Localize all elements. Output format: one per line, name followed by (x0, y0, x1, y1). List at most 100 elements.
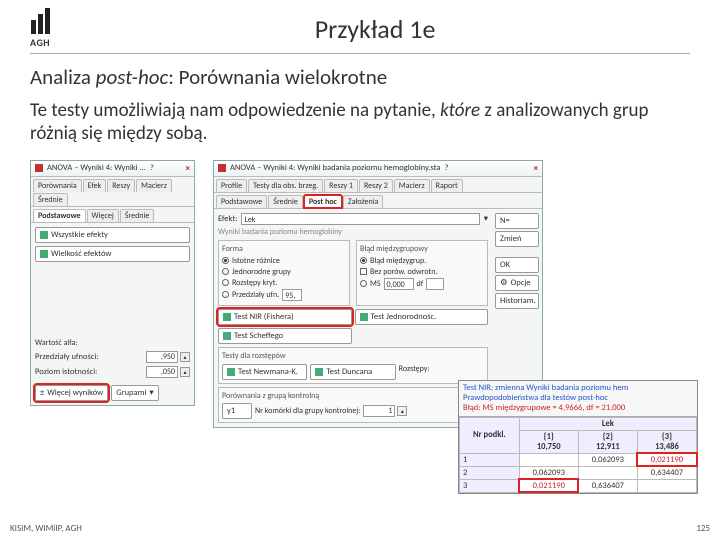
tab-porownania[interactable]: Porównania (33, 179, 82, 192)
chk-bez[interactable]: Bez porów. odwrotn. (360, 267, 484, 277)
tab-efek[interactable]: Efek (83, 179, 107, 192)
radio-jednorodne[interactable]: Jednorodne grupy (222, 267, 346, 277)
dialog-body: Wszystkie efekty Wielkość efektów Wartoś… (31, 223, 194, 405)
results-title-1: Test NIR; zmienna Wyniki badania poziomu… (463, 383, 693, 393)
btn-label: Grupami (116, 388, 146, 398)
radio-icon[interactable] (360, 280, 367, 287)
dialog-title: ANOVA – Wyniki 4: Wyniki badania poziomu… (230, 163, 440, 173)
ci-label: Przedziały ufności: (35, 352, 142, 362)
df-label: df (417, 279, 424, 289)
tab-testy[interactable]: Testy dla obs. brzeg. (248, 179, 323, 192)
grid-icon (40, 231, 48, 239)
wszystkie-efekty-button[interactable]: Wszystkie efekty (35, 227, 190, 243)
effect-select[interactable]: Lek (241, 213, 479, 225)
historiam-button[interactable]: Historiam. (495, 293, 539, 309)
tab-macierz[interactable]: Macierz (394, 179, 430, 192)
group-title: Forma (222, 244, 346, 254)
btn-label: Test Jednorodnośc. (371, 312, 437, 322)
left-panel: Efekt: Lek ▾ Wyniki badania poziomu hemo… (214, 209, 492, 427)
row-label: 2 (460, 466, 520, 479)
tab-reszy2[interactable]: Reszy 2 (359, 179, 393, 192)
ok-button[interactable]: OK (495, 257, 539, 273)
ci-row: Przedziały ufności: ,950▴ (35, 351, 190, 363)
effect-label: Efekt: (218, 214, 237, 224)
radio-blad[interactable]: Błąd międzygrup. (360, 256, 484, 266)
table-row: 2 0,062093 0,634407 (460, 466, 697, 479)
zmien-button[interactable]: Zmień (495, 231, 539, 247)
page-number: 125 (696, 523, 710, 534)
tab-podstawowe[interactable]: Podstawowe (216, 195, 267, 208)
help-button[interactable]: ? (444, 163, 448, 173)
radio-istotne[interactable]: Istotne różnice (222, 256, 346, 266)
ms-row: MS0,000df (360, 278, 484, 290)
tab-zalozenia[interactable]: Założenia (343, 195, 383, 208)
col-header-1: {1}10,750 (519, 430, 578, 453)
dialog-header: ANOVA – Wyniki 4: Wyniki ... ? × (31, 161, 194, 177)
spin-arrows-icon[interactable]: ▴ (180, 352, 190, 362)
body-text: Te testy umożliwiają nam odpowiedzenie n… (30, 100, 690, 146)
results-table: Nr podkl. Lek {1}10,750 {2}12,911 {3}13,… (459, 417, 697, 493)
tab-wiecej[interactable]: Więcej (87, 209, 119, 222)
test-nk-button[interactable]: Test Newmana-K. (222, 364, 307, 380)
grid-icon (360, 313, 368, 321)
tab-srednie[interactable]: Średnie (33, 193, 68, 206)
close-button[interactable]: × (186, 163, 190, 174)
dropdown-icon[interactable]: ▾ (484, 214, 488, 224)
test-jednorodnosc-button[interactable]: Test Jednorodnośc. (355, 309, 489, 325)
n-button[interactable]: N= (495, 213, 539, 229)
row-label: 1 (460, 453, 520, 466)
df-input[interactable] (426, 278, 444, 290)
forma-group: Forma Istotne różnice Jednorodne grupy R… (218, 240, 350, 306)
test-nir-button[interactable]: Test NIR (Fishera) (218, 309, 352, 325)
chk-label: Bez porów. odwrotn. (370, 267, 437, 277)
tab-reszy1[interactable]: Reszy 1 (324, 179, 358, 192)
tab-reszy[interactable]: Reszy (107, 179, 135, 192)
ms-input[interactable]: 0,000 (384, 278, 414, 290)
spin-arrows-icon[interactable]: ▴ (397, 406, 407, 416)
kontrol-spinner[interactable]: 1▴ (363, 405, 407, 417)
close-button[interactable]: × (534, 163, 538, 174)
sig-label: Poziom istotności: (35, 367, 142, 377)
cell-significant: 0,021190 (637, 453, 696, 466)
wiecej-wynikow-button[interactable]: ±Więcej wyników (35, 385, 108, 401)
app-icon (35, 164, 43, 172)
footer-left: KISIM, WIMiIP, AGH (10, 523, 82, 534)
anova-summary-dialog: ANOVA – Wyniki 4: Wyniki ... ? × Porówna… (30, 160, 195, 406)
ci-input[interactable]: 95, (282, 289, 302, 301)
y1-button[interactable]: y1 (222, 403, 252, 419)
btn-label: N= (500, 216, 510, 226)
radio-label: Rozstępy kryt. (232, 278, 277, 288)
spin-arrows-icon[interactable]: ▴ (180, 367, 190, 377)
ci-spinner[interactable]: ,950▴ (146, 351, 190, 363)
rozstepy-group: Testy dla rozstępów Test Newmana-K. Test… (218, 347, 488, 384)
radio-rozstepy[interactable]: Rozstępy kryt. (222, 278, 346, 288)
cell (519, 453, 578, 466)
btn-label: Test Newmana-K. (238, 367, 298, 377)
col-header-3: {3}13,486 (637, 430, 696, 453)
test-scheffe-button[interactable]: Test Scheffego (218, 328, 352, 344)
test-duncan-button[interactable]: Test Duncana (310, 364, 395, 380)
wielkosc-efektow-button[interactable]: Wielkość efektów (35, 246, 190, 262)
section-title: Wyniki badania poziomu hemoglobiny (218, 227, 488, 237)
opcje-button[interactable]: ⚙Opcje (495, 275, 539, 291)
tab-raport[interactable]: Raport (431, 179, 463, 192)
tab-macierz[interactable]: Macierz (136, 179, 172, 192)
tab-profile[interactable]: Profile (216, 179, 247, 192)
tab-podstawowe[interactable]: Podstawowe (33, 209, 86, 222)
grupami-button[interactable]: Grupami▾ (111, 385, 158, 401)
dialog-header: ANOVA – Wyniki 4: Wyniki badania poziomu… (214, 161, 542, 177)
test-buttons-grid: Test NIR (Fishera) Test Jednorodnośc. Te… (218, 309, 488, 344)
subtitle: Analiza post-hoc: Porównania wielokrotne (30, 64, 690, 90)
tab-posthoc[interactable]: Post hoc (304, 195, 342, 208)
tab-srednie[interactable]: Średnie (268, 195, 303, 208)
kontrol-label: Nr komórki dla grupy kontrolnej: (255, 406, 360, 416)
dropdown-icon: ▾ (149, 388, 153, 398)
sig-spinner[interactable]: ,050▴ (146, 366, 190, 378)
help-button[interactable]: ? (150, 163, 154, 173)
radio-label: Przedziały ufn. (232, 290, 279, 300)
radio-icon (222, 257, 229, 264)
radio-groups-row: Forma Istotne różnice Jednorodne grupy R… (218, 237, 488, 306)
radio-przedzialy[interactable]: Przedziały ufn.95, (222, 289, 346, 301)
radio-icon (360, 257, 367, 264)
tab-srednie-2[interactable]: Średnie (120, 209, 155, 222)
